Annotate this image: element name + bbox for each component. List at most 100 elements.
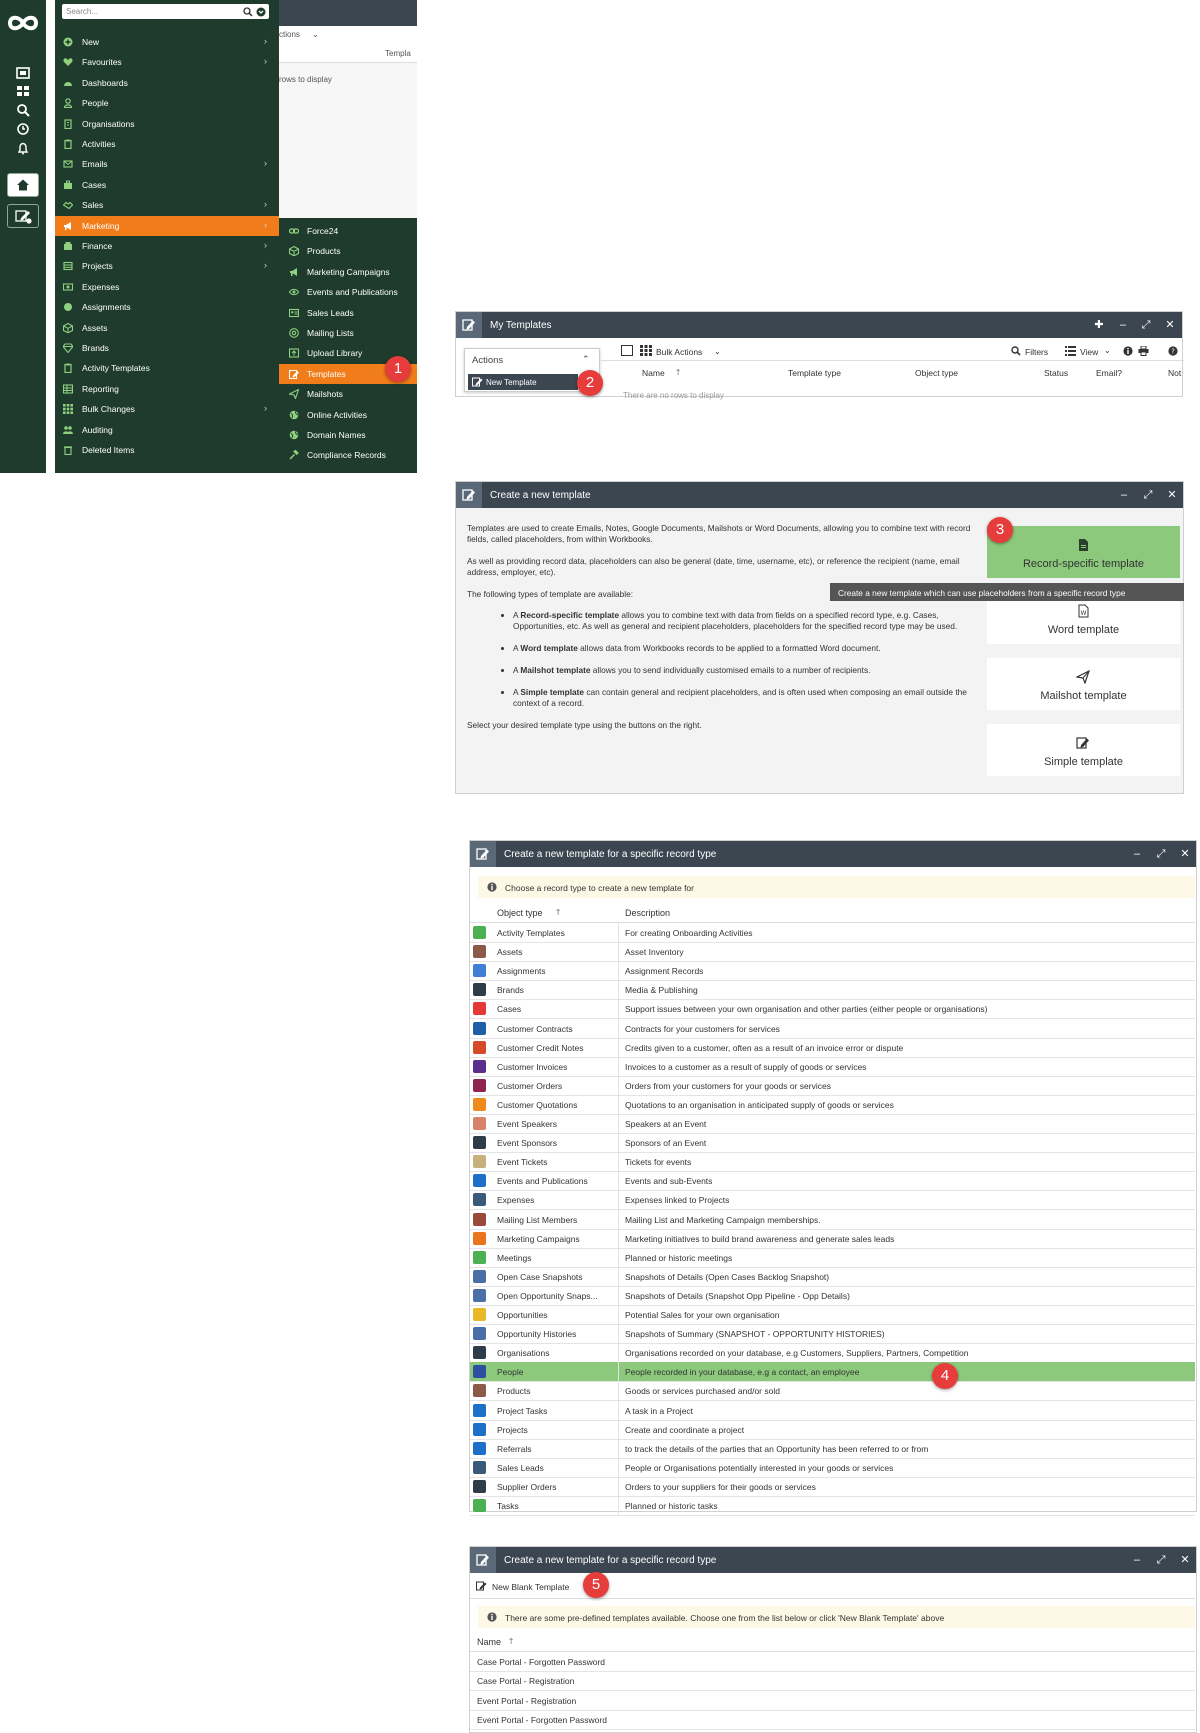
clock-icon[interactable] xyxy=(14,120,32,138)
submenu-item-products[interactable]: Products xyxy=(279,241,417,261)
record-type-row[interactable]: Opportunities Potential Sales for your o… xyxy=(470,1305,1195,1325)
submenu-item-mailing-lists[interactable]: Mailing Lists xyxy=(279,323,417,343)
predefined-template-row[interactable]: Event Portal - Forgotten Password xyxy=(470,1710,1195,1730)
menu-item-assets[interactable]: Assets xyxy=(55,318,279,338)
new-template-menu-item[interactable]: New Template xyxy=(468,374,578,390)
search-icon[interactable] xyxy=(14,101,32,119)
predefined-template-row[interactable]: Case Portal - Forgotten Password xyxy=(470,1652,1195,1672)
record-type-row[interactable]: Tasks Planned or historic tasks xyxy=(470,1496,1195,1516)
record-type-row[interactable]: Assets Asset Inventory xyxy=(470,942,1195,963)
menu-item-new[interactable]: New › xyxy=(55,32,279,52)
menu-item-people[interactable]: People xyxy=(55,93,279,113)
view-button[interactable]: View xyxy=(1080,347,1098,357)
desktop-icon[interactable] xyxy=(14,64,32,82)
record-type-row[interactable]: Activity Templates For creating Onboardi… xyxy=(470,923,1195,943)
simple-template-button[interactable]: Simple template xyxy=(987,724,1180,776)
submenu-item-sales-leads[interactable]: Sales Leads xyxy=(279,303,417,323)
record-type-row[interactable]: Brands Media & Publishing xyxy=(470,980,1195,1001)
col-description[interactable]: Description xyxy=(625,908,670,918)
maximize-icon[interactable]: ⤢ xyxy=(1155,848,1167,860)
col-email[interactable]: Email? xyxy=(1096,368,1122,378)
record-type-row[interactable]: Event Sponsors Sponsors of an Event xyxy=(470,1133,1195,1154)
record-type-row[interactable]: People People recorded in your database,… xyxy=(470,1362,1195,1383)
filters-button[interactable]: Filters xyxy=(1025,347,1048,357)
col-notes[interactable]: Not xyxy=(1168,368,1181,378)
menu-item-sales[interactable]: Sales › xyxy=(55,195,279,215)
bulk-actions-button[interactable]: Bulk Actions xyxy=(656,347,702,357)
record-type-row[interactable]: Marketing Campaigns Marketing initiative… xyxy=(470,1228,1195,1249)
mailshot-template-button[interactable]: Mailshot template xyxy=(987,658,1180,710)
menu-item-activity-templates[interactable]: Activity Templates xyxy=(55,358,279,378)
minimize-icon[interactable]: – xyxy=(1131,1554,1143,1566)
close-icon[interactable]: ✕ xyxy=(1166,489,1178,501)
minimize-icon[interactable]: – xyxy=(1118,489,1130,501)
menu-item-emails[interactable]: Emails › xyxy=(55,154,279,174)
menu-item-deleted-items[interactable]: Deleted Items xyxy=(55,440,279,460)
record-type-row[interactable]: Supplier Orders Orders to your suppliers… xyxy=(470,1476,1195,1497)
pin-icon[interactable]: ✚ xyxy=(1093,319,1105,331)
menu-item-cases[interactable]: Cases xyxy=(55,175,279,195)
menu-item-finance[interactable]: Finance › xyxy=(55,236,279,256)
col-object-type[interactable]: Object type xyxy=(497,908,543,918)
menu-search[interactable]: Search... xyxy=(62,4,269,19)
options-icon[interactable] xyxy=(256,7,266,17)
record-type-row[interactable]: Open Case Snapshots Snapshots of Details… xyxy=(470,1266,1195,1287)
submenu-item-marketing-campaigns[interactable]: Marketing Campaigns xyxy=(279,262,417,282)
submenu-item-mailshots[interactable]: Mailshots xyxy=(279,384,417,404)
submenu-item-domain-names[interactable]: Domain Names xyxy=(279,425,417,445)
record-type-row[interactable]: Event Speakers Speakers at an Event xyxy=(470,1114,1195,1134)
menu-item-marketing[interactable]: Marketing › xyxy=(55,215,279,236)
maximize-icon[interactable]: ⤢ xyxy=(1140,319,1152,331)
menu-item-projects[interactable]: Projects › xyxy=(55,256,279,276)
close-icon[interactable]: ✕ xyxy=(1179,1554,1191,1566)
home-button[interactable] xyxy=(7,173,39,197)
record-type-row[interactable]: Mailing List Members Mailing List and Ma… xyxy=(470,1209,1195,1230)
minimize-icon[interactable]: – xyxy=(1117,319,1129,331)
submenu-item-events-and-publications[interactable]: Events and Publications xyxy=(279,282,417,302)
record-type-row[interactable]: Opportunity Histories Snapshots of Summa… xyxy=(470,1324,1195,1345)
print-icon[interactable] xyxy=(1138,346,1149,356)
submenu-item-force24[interactable]: Force24 xyxy=(279,221,417,241)
record-type-row[interactable]: Customer Invoices Invoices to a customer… xyxy=(470,1056,1195,1077)
submenu-item-online-activities[interactable]: Online Activities xyxy=(279,405,417,425)
record-type-row[interactable]: Customer Orders Orders from your custome… xyxy=(470,1075,1195,1096)
menu-item-activities[interactable]: Activities xyxy=(55,134,279,154)
record-specific-template-button[interactable]: Record-specific template xyxy=(987,526,1180,578)
templates-rail-button[interactable] xyxy=(7,204,39,228)
panel-toggle-icon[interactable] xyxy=(621,345,633,356)
record-type-row[interactable]: Expenses Expenses linked to Projects xyxy=(470,1190,1195,1211)
record-type-row[interactable]: Cases Support issues between your own or… xyxy=(470,999,1195,1020)
record-type-row[interactable]: Sales Leads People or Organisations pote… xyxy=(470,1457,1195,1478)
record-type-row[interactable]: Assignments Assignment Records xyxy=(470,961,1195,982)
close-icon[interactable]: ✕ xyxy=(1179,848,1191,860)
col-template-type[interactable]: Template type xyxy=(788,368,841,378)
record-type-row[interactable]: Organisations Organisations recorded on … xyxy=(470,1343,1195,1364)
record-type-row[interactable]: Products Goods or services purchased and… xyxy=(470,1381,1195,1402)
search-icon[interactable] xyxy=(243,7,253,17)
predefined-template-row[interactable]: Event Portal - Registration xyxy=(470,1691,1195,1711)
record-type-row[interactable]: Events and Publications Events and sub-E… xyxy=(470,1171,1195,1192)
minimize-icon[interactable]: – xyxy=(1131,848,1143,860)
record-type-row[interactable]: Customer Credit Notes Credits given to a… xyxy=(470,1037,1195,1058)
record-type-row[interactable]: Project Tasks A task in a Project xyxy=(470,1400,1195,1421)
help-icon[interactable]: ? xyxy=(1168,346,1178,356)
record-type-row[interactable]: Meetings Planned or historic meetings xyxy=(470,1247,1195,1268)
record-type-row[interactable]: Customer Quotations Quotations to an org… xyxy=(470,1094,1195,1115)
maximize-icon[interactable]: ⤢ xyxy=(1142,489,1154,501)
close-icon[interactable]: ✕ xyxy=(1164,319,1176,331)
col-name[interactable]: Name xyxy=(477,1637,501,1647)
col-name[interactable]: Name xyxy=(642,368,665,378)
menu-item-organisations[interactable]: Organisations xyxy=(55,114,279,134)
predefined-template-row[interactable]: Case Portal - Registration xyxy=(470,1671,1195,1692)
record-type-row[interactable]: Projects Create and coordinate a project xyxy=(470,1419,1195,1440)
record-type-row[interactable]: Referrals to track the details of the pa… xyxy=(470,1438,1195,1459)
info-icon[interactable] xyxy=(1123,346,1133,356)
record-type-row[interactable]: Event Tickets Tickets for events xyxy=(470,1152,1195,1173)
menu-item-bulk-changes[interactable]: Bulk Changes › xyxy=(55,399,279,419)
record-type-row[interactable]: Customer Contracts Contracts for your cu… xyxy=(470,1018,1195,1039)
menu-item-auditing[interactable]: Auditing xyxy=(55,420,279,440)
record-type-row[interactable]: Open Opportunity Snaps... Snapshots of D… xyxy=(470,1285,1195,1306)
menu-item-brands[interactable]: Brands xyxy=(55,338,279,358)
col-status[interactable]: Status xyxy=(1044,368,1068,378)
menu-item-favourites[interactable]: Favourites › xyxy=(55,52,279,72)
